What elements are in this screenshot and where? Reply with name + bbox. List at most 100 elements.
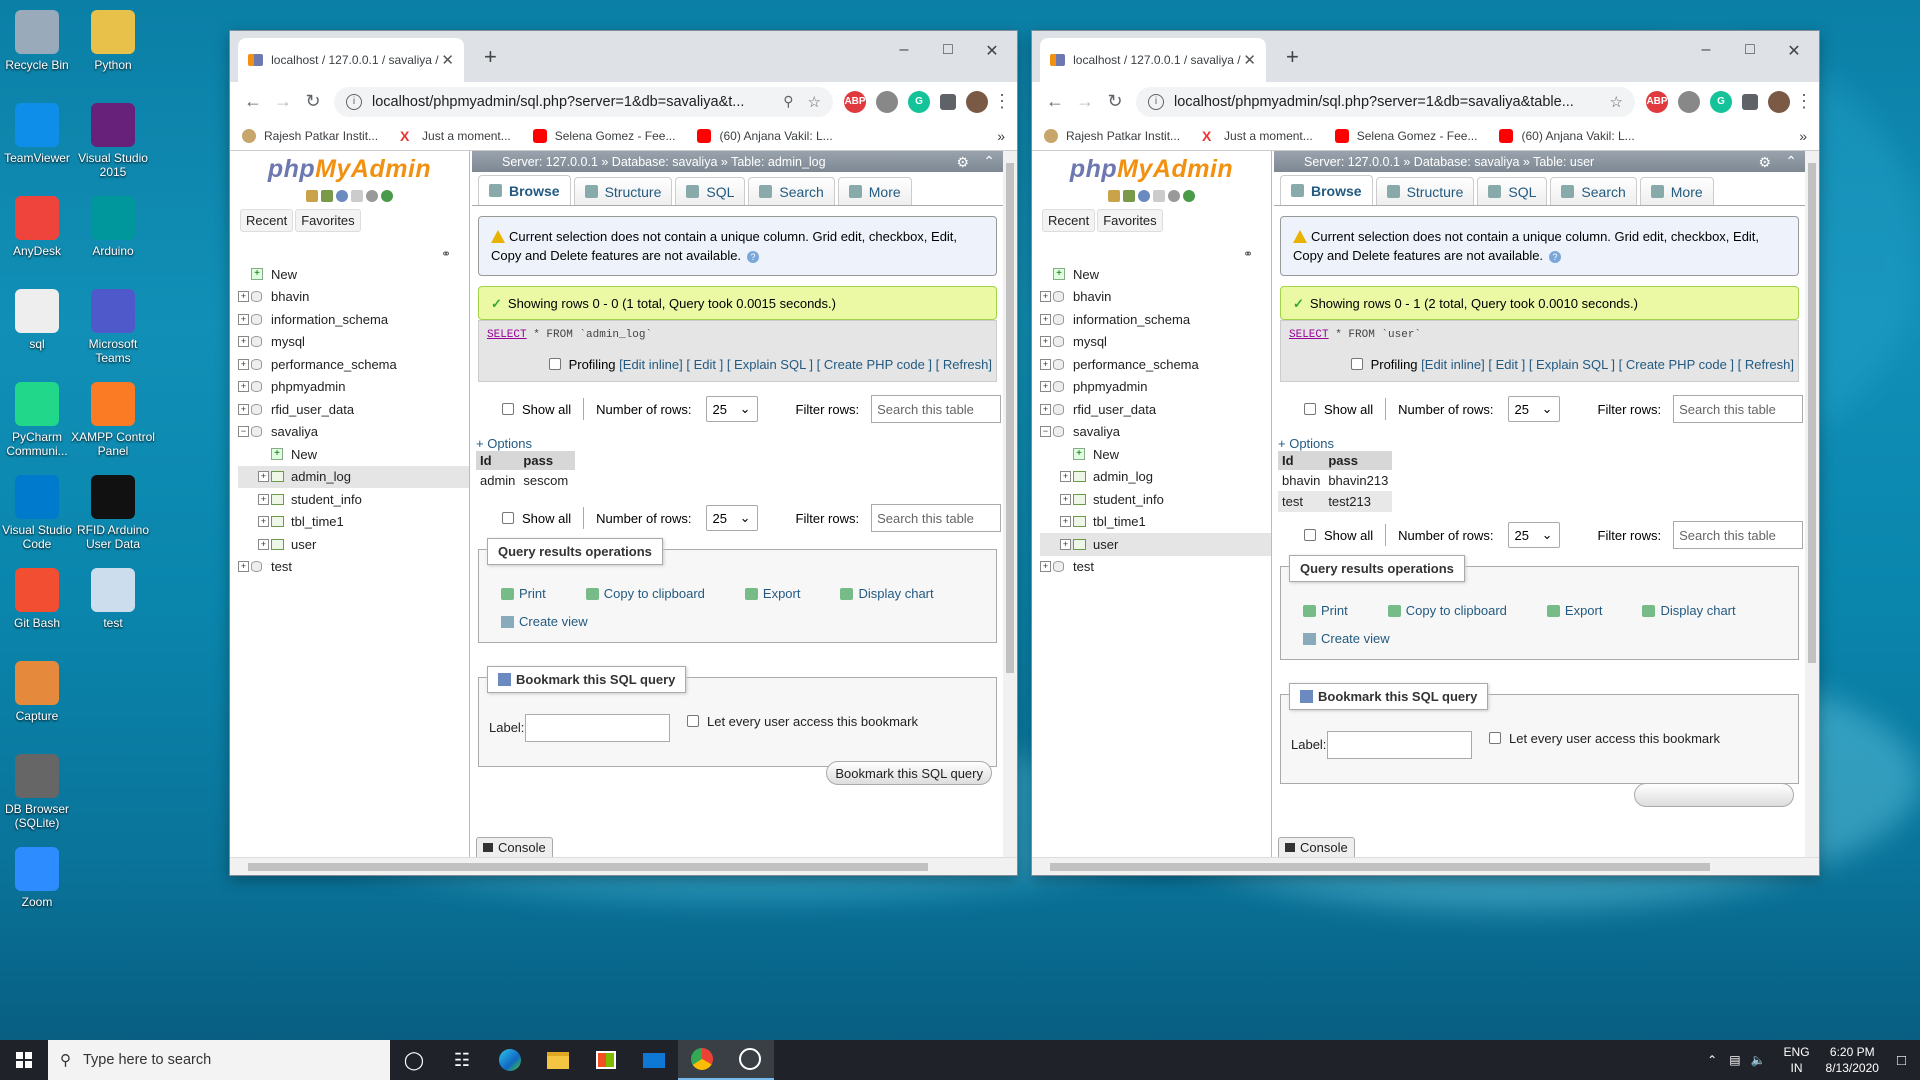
desktop-icon-git-bash[interactable]: Git Bash [0, 568, 80, 630]
scroll-thumb[interactable] [1050, 863, 1710, 871]
taskbar-search-input[interactable]: Type here to search [83, 1052, 211, 1068]
camera-icon[interactable] [1678, 90, 1700, 113]
desktop-icon-pycharm[interactable]: PyCharm Communi... [0, 382, 80, 458]
adblock-icon[interactable]: ABP [844, 90, 866, 113]
tree-table-admin_log[interactable]: + admin_log [238, 465, 469, 488]
tab-browse[interactable]: Browse [1280, 175, 1373, 205]
show-all-checkbox[interactable] [1304, 529, 1316, 541]
bookmark-submit-button[interactable] [1634, 783, 1794, 807]
tree-db-rfid_user_data[interactable]: + rfid_user_data [1040, 398, 1271, 421]
table-cell[interactable]: test [1278, 491, 1325, 512]
network-icon[interactable]: ▤ [1729, 1053, 1740, 1067]
tree-db-mysql[interactable]: + mysql [1040, 331, 1271, 354]
expand-icon[interactable]: + [1060, 493, 1071, 505]
bookmark-label-input[interactable] [525, 714, 670, 742]
tree-db-bhavin[interactable]: + bhavin [1040, 286, 1271, 309]
tree-table-student_info[interactable]: + student_info [1040, 488, 1271, 511]
bookmark-item[interactable]: Selena Gomez - Fee... [1334, 128, 1477, 143]
desktop-icon-db-browser[interactable]: DB Browser (SQLite) [0, 754, 80, 830]
expand-icon[interactable]: + [238, 358, 249, 370]
favorites-button[interactable]: Favorites [1097, 209, 1163, 232]
op-export[interactable]: Export [744, 586, 821, 601]
expand-icon[interactable]: + [1040, 358, 1051, 370]
bookmark-label-input[interactable] [1327, 731, 1472, 759]
query-links[interactable]: [Edit inline] [ Edit ] [ Explain SQL ] [… [1421, 357, 1794, 372]
scroll-thumb[interactable] [1006, 163, 1014, 673]
filter-rows-input[interactable]: Search this table [1673, 521, 1804, 549]
tree-db-performance_schema[interactable]: + performance_schema [238, 353, 469, 376]
tree-label[interactable]: bhavin [271, 289, 309, 304]
url-input[interactable]: i localhost/phpmyadmin/sql.php?server=1&… [334, 86, 833, 117]
tree-label[interactable]: user [1093, 537, 1118, 552]
tree-db-savaliya[interactable]: − savaliya [1040, 421, 1271, 444]
recent-button[interactable]: Recent [1042, 209, 1096, 232]
favorites-button[interactable]: Favorites [295, 209, 361, 232]
column-header-pass[interactable]: pass [1324, 451, 1393, 470]
expand-icon[interactable]: + [1060, 471, 1071, 483]
tree-table-user[interactable]: + user [1040, 533, 1271, 556]
sql-keyword[interactable]: SELECT [487, 329, 527, 341]
vertical-scrollbar[interactable] [1003, 151, 1017, 857]
back-icon[interactable]: ← [1040, 91, 1070, 112]
minimize-icon[interactable]: – [889, 41, 919, 59]
filter-rows-input[interactable]: Search this table [871, 504, 1002, 532]
task-view-icon[interactable]: ☷ [438, 1040, 486, 1080]
browser-window-user[interactable]: localhost / 127.0.0.1 / savaliya / u ✕ +… [1032, 31, 1819, 875]
bookmark-item[interactable]: X Just a moment... [400, 129, 511, 143]
back-icon[interactable]: ← [238, 91, 268, 112]
desktop-icon-arduino[interactable]: Arduino [70, 196, 156, 258]
info-icon[interactable]: i [346, 93, 362, 110]
tree-label[interactable]: phpmyadmin [271, 379, 345, 394]
tree-label[interactable]: information_schema [1073, 312, 1190, 327]
bookmark-item[interactable]: Rajesh Patkar Instit... [1044, 128, 1180, 143]
sql-keyword[interactable]: SELECT [1289, 329, 1329, 341]
home-icon[interactable] [306, 190, 318, 202]
tree-label[interactable]: information_schema [271, 312, 388, 327]
tree-label[interactable]: savaliya [271, 424, 318, 439]
tree-db-savaliya[interactable]: − savaliya [238, 421, 469, 444]
extensions-icon[interactable] [1742, 93, 1758, 110]
horizontal-scrollbar[interactable] [230, 857, 1017, 875]
camera-icon[interactable] [876, 90, 898, 113]
table-cell[interactable]: test213 [1324, 491, 1393, 512]
options-link[interactable]: + Options [1274, 436, 1805, 451]
tree-db-phpmyadmin[interactable]: + phpmyadmin [238, 376, 469, 399]
desktop-icon-vscode[interactable]: Visual Studio Code [0, 475, 80, 551]
desktop-icon-xampp[interactable]: XAMPP Control Panel [70, 382, 156, 458]
tree-label[interactable]: admin_log [1093, 469, 1153, 484]
collapse-icon[interactable]: − [1040, 426, 1051, 438]
tab-search[interactable]: Search [748, 177, 835, 205]
avatar[interactable] [1768, 90, 1790, 113]
chevron-up-icon[interactable]: ⌃ [1707, 1053, 1717, 1067]
gear-icon[interactable] [1168, 190, 1180, 202]
tree-db-phpmyadmin[interactable]: + phpmyadmin [1040, 376, 1271, 399]
scroll-thumb[interactable] [248, 863, 928, 871]
forward-icon[interactable]: → [268, 91, 298, 112]
clock[interactable]: 6:20 PM 8/13/2020 [1826, 1044, 1879, 1076]
desktop-icon-anydesk[interactable]: AnyDesk [0, 196, 80, 258]
tree-label[interactable]: test [271, 559, 292, 574]
file-explorer-icon[interactable] [534, 1040, 582, 1080]
expand-icon[interactable]: + [238, 403, 249, 415]
tree-label[interactable]: tbl_time1 [1093, 514, 1146, 529]
tree-label[interactable]: test [1073, 559, 1094, 574]
tree-label[interactable]: rfid_user_data [271, 402, 354, 417]
start-button[interactable] [0, 1040, 48, 1080]
tree-label[interactable]: bhavin [1073, 289, 1111, 304]
volume-icon[interactable]: 🔈 [1751, 1053, 1766, 1067]
filter-rows-input[interactable]: Search this table [1673, 395, 1804, 423]
expand-icon[interactable]: + [258, 538, 269, 550]
browser-tab[interactable]: localhost / 127.0.0.1 / savaliya / a ✕ [238, 38, 464, 82]
taskbar-search[interactable]: ⚲ Type here to search [48, 1040, 390, 1080]
tab-search[interactable]: Search [1550, 177, 1637, 205]
link-icon[interactable]: ⚭ [441, 247, 451, 261]
tree-label[interactable]: performance_schema [1073, 357, 1199, 372]
column-header-pass[interactable]: pass [519, 451, 576, 470]
desktop-icon-spreadsheet[interactable]: test [70, 568, 156, 630]
tree-new-database[interactable]: + New [238, 263, 469, 286]
filter-rows-input[interactable]: Search this table [871, 395, 1002, 423]
show-all-checkbox[interactable] [1304, 403, 1316, 415]
tree-db-information_schema[interactable]: + information_schema [238, 308, 469, 331]
vertical-scrollbar[interactable] [1805, 151, 1819, 857]
bookmark-item[interactable]: (60) Anjana Vakil: L... [1499, 128, 1635, 143]
